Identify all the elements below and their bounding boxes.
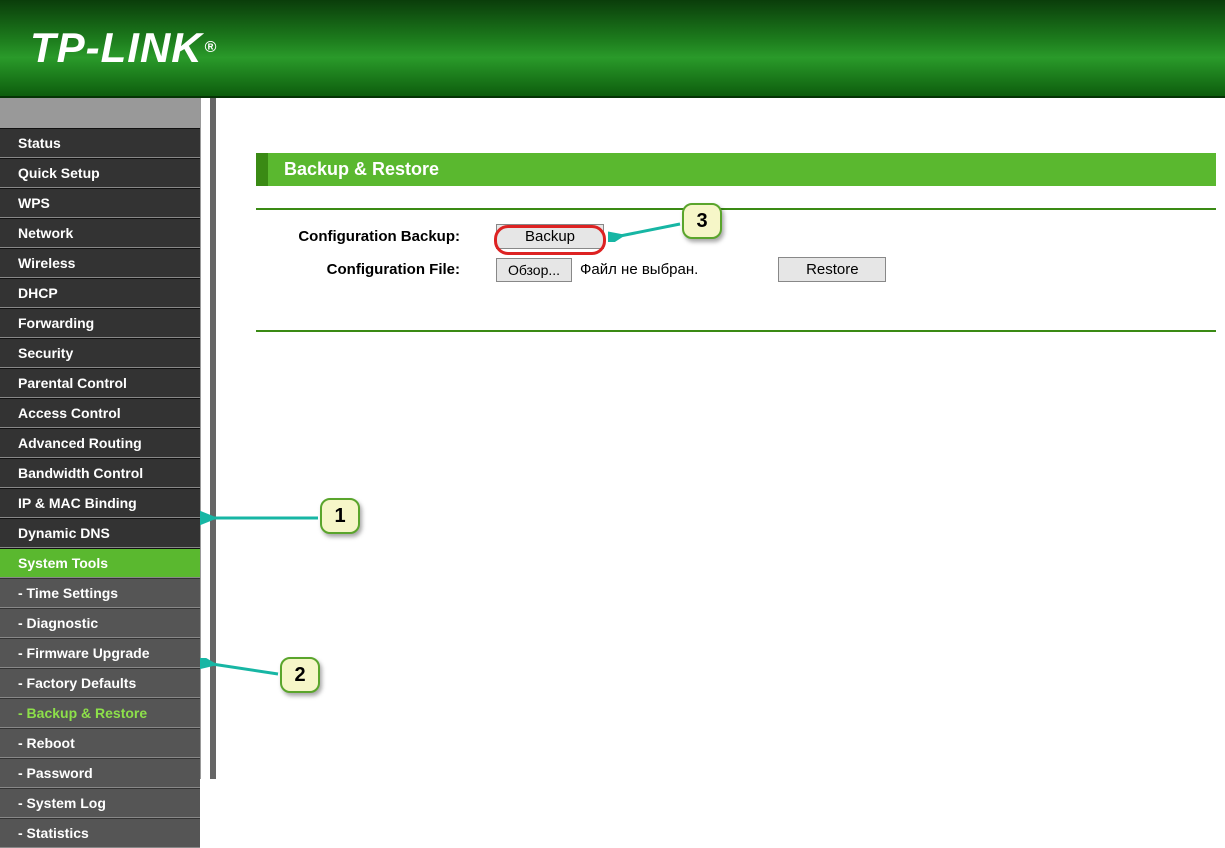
label-config-backup: Configuration Backup: xyxy=(256,228,466,245)
sidebar-sub-diagnostic[interactable]: - Diagnostic xyxy=(0,608,200,638)
restore-button[interactable]: Restore xyxy=(778,257,886,282)
sidebar-sub-factory-defaults[interactable]: - Factory Defaults xyxy=(0,668,200,698)
sidebar-item-ip-mac-binding[interactable]: IP & MAC Binding xyxy=(0,488,200,518)
callout-3: 3 xyxy=(682,203,722,239)
sidebar-item-access-control[interactable]: Access Control xyxy=(0,398,200,428)
callout-1: 1 xyxy=(320,498,360,534)
sidebar-item-bandwidth-control[interactable]: Bandwidth Control xyxy=(0,458,200,488)
sidebar-item-dhcp[interactable]: DHCP xyxy=(0,278,200,308)
row-config-backup: Configuration Backup: Backup xyxy=(256,224,1216,249)
main-layout: Status Quick Setup WPS Network Wireless … xyxy=(0,98,1225,779)
sidebar-sub-firmware-upgrade[interactable]: - Firmware Upgrade xyxy=(0,638,200,668)
app-header: TP-LINK® xyxy=(0,0,1225,98)
sidebar-item-system-tools[interactable]: System Tools xyxy=(0,548,200,578)
sidebar-item-advanced-routing[interactable]: Advanced Routing xyxy=(0,428,200,458)
sidebar-item-network[interactable]: Network xyxy=(0,218,200,248)
separator xyxy=(256,330,1216,332)
sidebar-item-dynamic-dns[interactable]: Dynamic DNS xyxy=(0,518,200,548)
sidebar-item-forwarding[interactable]: Forwarding xyxy=(0,308,200,338)
sidebar-sub-reboot[interactable]: - Reboot xyxy=(0,728,200,758)
brand-logo: TP-LINK® xyxy=(30,24,217,72)
content-area: Backup & Restore Configuration Backup: B… xyxy=(216,98,1225,779)
browse-button[interactable]: Обзор... xyxy=(496,258,572,282)
file-status-text: Файл не выбран. xyxy=(580,261,698,278)
divider xyxy=(200,98,210,779)
page-title: Backup & Restore xyxy=(256,153,1216,186)
sidebar-sub-system-log[interactable]: - System Log xyxy=(0,788,200,818)
sidebar-item-wireless[interactable]: Wireless xyxy=(0,248,200,278)
sidebar-sub-password[interactable]: - Password xyxy=(0,758,200,788)
sidebar-item-wps[interactable]: WPS xyxy=(0,188,200,218)
sidebar-gap xyxy=(0,98,200,128)
registered-icon: ® xyxy=(205,39,218,57)
sidebar-item-security[interactable]: Security xyxy=(0,338,200,368)
sidebar-item-quick-setup[interactable]: Quick Setup xyxy=(0,158,200,188)
controls-file: Обзор... Файл не выбран. Restore xyxy=(466,257,886,282)
row-config-file: Configuration File: Обзор... Файл не выб… xyxy=(256,257,1216,282)
sidebar-sub-backup-restore[interactable]: - Backup & Restore xyxy=(0,698,200,728)
sidebar-item-status[interactable]: Status xyxy=(0,128,200,158)
sidebar: Status Quick Setup WPS Network Wireless … xyxy=(0,98,200,779)
sidebar-sub-time-settings[interactable]: - Time Settings xyxy=(0,578,200,608)
callout-2: 2 xyxy=(280,657,320,693)
brand-text: TP-LINK xyxy=(30,24,203,72)
form-area: Configuration Backup: Backup Configurati… xyxy=(256,210,1216,308)
label-config-file: Configuration File: xyxy=(256,261,466,278)
controls-backup: Backup xyxy=(466,224,604,249)
sidebar-item-parental-control[interactable]: Parental Control xyxy=(0,368,200,398)
backup-button[interactable]: Backup xyxy=(496,224,604,249)
sidebar-sub-statistics[interactable]: - Statistics xyxy=(0,818,200,848)
